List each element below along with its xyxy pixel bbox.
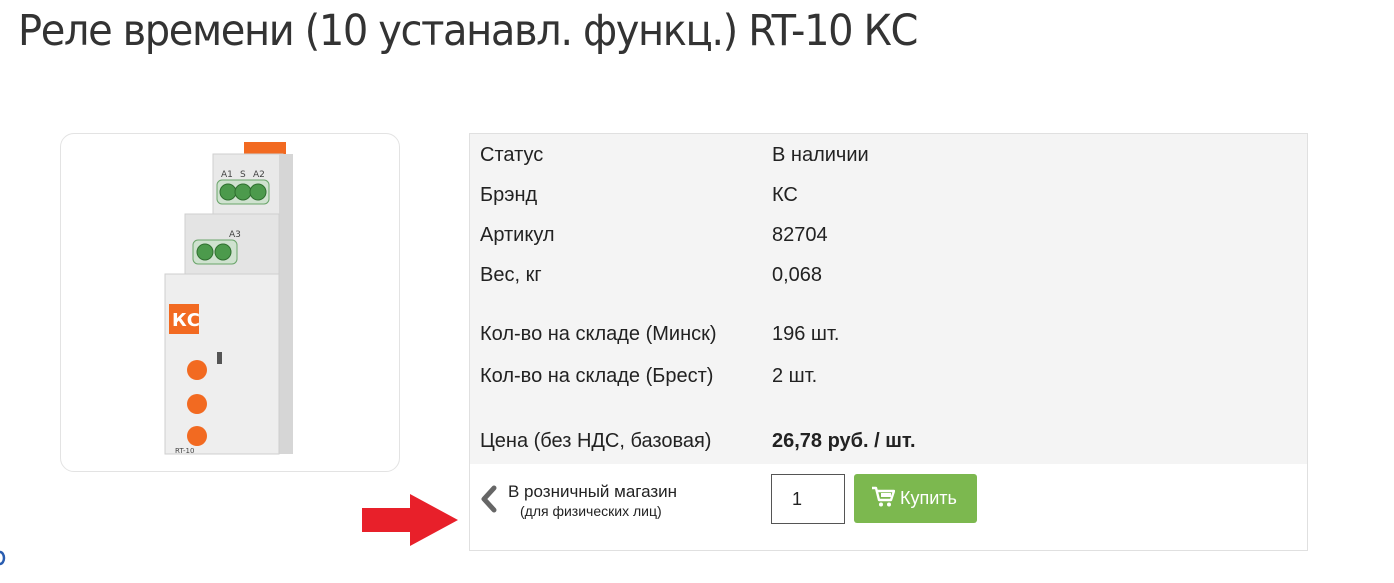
red-arrow-annotation xyxy=(362,494,458,546)
retail-link-sublabel: (для физических лиц) xyxy=(520,503,662,519)
info-row-status: Статус В наличии xyxy=(480,144,1300,168)
quantity-input[interactable] xyxy=(771,474,845,524)
info-label: Цена (без НДС, базовая) xyxy=(480,430,712,452)
info-row-weight: Вес, кг 0,068 xyxy=(480,264,1300,288)
terminal-label-top-3: A2 xyxy=(253,170,265,180)
info-label: Статус xyxy=(480,144,544,166)
buy-button-label: Купить xyxy=(900,488,957,508)
retail-link-label: В розничный магазин xyxy=(508,482,678,501)
info-row-stock-minsk: Кол-во на складе (Минск) 196 шт. xyxy=(480,323,1300,347)
chevron-left-icon xyxy=(481,485,497,513)
price-value: 26,78 руб. / шт. xyxy=(772,430,916,452)
info-value: 196 шт. xyxy=(772,323,840,345)
relay-logo-text: КС xyxy=(172,310,200,331)
terminal-label-bottom: A3 xyxy=(229,230,241,240)
cart-icon xyxy=(872,486,895,507)
info-value: 82704 xyxy=(772,224,828,246)
info-row-stock-brest: Кол-во на складе (Брест) 2 шт. xyxy=(480,365,1300,389)
terminal-label-top-1: A1 xyxy=(221,170,233,180)
info-row-price: Цена (без НДС, базовая) 26,78 руб. / шт. xyxy=(480,430,1300,454)
info-label: Вес, кг xyxy=(480,264,542,286)
info-label: Брэнд xyxy=(480,184,538,206)
terminal-label-top-2: S xyxy=(240,170,246,180)
retail-store-link[interactable]: В розничный магазин (для физических лиц) xyxy=(478,482,758,522)
info-label: Кол-во на складе (Минск) xyxy=(480,323,717,345)
buy-button[interactable]: Купить xyxy=(854,474,977,523)
info-row-sku: Артикул 82704 xyxy=(480,224,1300,248)
info-row-brand: Брэнд КС xyxy=(480,184,1300,208)
product-image[interactable]: A1 S A2 A3 КС RT-10 xyxy=(60,133,400,472)
product-info-panel: Статус В наличии Брэнд КС Артикул 82704 … xyxy=(469,133,1308,551)
edge-partial-icon xyxy=(0,550,6,566)
info-value: В наличии xyxy=(772,144,869,166)
info-label: Артикул xyxy=(480,224,555,246)
info-value: 2 шт. xyxy=(772,365,818,387)
info-value: 0,068 xyxy=(772,264,823,286)
info-value: КС xyxy=(772,184,798,206)
page-title: Реле времени (10 устанавл. функц.) RT-10… xyxy=(18,6,918,56)
relay-model-label: RT-10 xyxy=(175,447,194,455)
relay-illustration: A1 S A2 A3 КС RT-10 xyxy=(164,142,293,455)
info-label: Кол-во на складе (Брест) xyxy=(480,365,714,387)
